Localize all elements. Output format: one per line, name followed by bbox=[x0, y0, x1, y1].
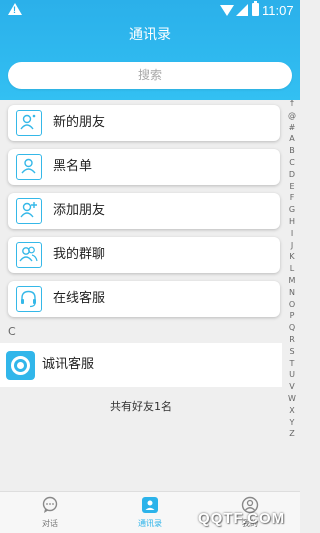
index-letter[interactable]: F bbox=[284, 192, 300, 204]
index-letter[interactable]: H bbox=[284, 216, 300, 228]
nav-tab-contacts[interactable]: 通讯录 bbox=[100, 492, 200, 533]
index-letter[interactable]: X bbox=[284, 405, 300, 417]
index-letter[interactable]: R bbox=[284, 334, 300, 346]
index-letter[interactable]: W bbox=[284, 393, 300, 405]
index-letter[interactable]: O bbox=[284, 299, 300, 311]
index-letter[interactable]: T bbox=[284, 358, 300, 370]
index-letter[interactable]: M bbox=[284, 275, 300, 287]
blacklist-icon bbox=[16, 154, 42, 180]
watermark: QQTF.COM bbox=[198, 510, 286, 527]
group-chat-icon bbox=[16, 242, 42, 268]
wifi-icon bbox=[220, 5, 234, 16]
headset-icon bbox=[16, 286, 42, 312]
nav-label: 对话 bbox=[42, 519, 58, 528]
index-letter[interactable]: I bbox=[284, 228, 300, 240]
chat-bubble-icon bbox=[41, 496, 59, 514]
status-bar: ! 11:07 bbox=[0, 0, 300, 22]
menu-label: 新的朋友 bbox=[53, 115, 106, 130]
index-letter[interactable]: L bbox=[284, 263, 300, 275]
menu-item-add-friend[interactable]: 添加朋友 bbox=[8, 193, 280, 229]
index-letter[interactable]: Z bbox=[284, 428, 300, 440]
alphabet-index-bar[interactable]: ↑ @ # A B C D E F G H I J K L M N O P Q R S T U V W X Y Z bbox=[284, 98, 300, 480]
signal-icon bbox=[236, 4, 248, 16]
index-letter[interactable]: A bbox=[284, 133, 300, 145]
index-letter[interactable]: S bbox=[284, 346, 300, 358]
index-letter[interactable]: C bbox=[284, 157, 300, 169]
menu-label: 在线客服 bbox=[53, 291, 106, 306]
menu-label: 黑名单 bbox=[53, 159, 93, 174]
contact-item[interactable]: 诚讯客服 bbox=[0, 343, 282, 387]
warning-mark: ! bbox=[13, 5, 16, 15]
index-letter[interactable]: V bbox=[284, 381, 300, 393]
index-letter[interactable]: P bbox=[284, 310, 300, 322]
new-friend-icon bbox=[16, 110, 42, 136]
index-letter[interactable]: Y bbox=[284, 417, 300, 429]
search-input[interactable]: 搜索 bbox=[8, 62, 292, 89]
section-header: C bbox=[0, 322, 282, 342]
menu-label: 我的群聊 bbox=[53, 247, 106, 262]
index-letter[interactable]: @ bbox=[284, 110, 300, 122]
index-letter[interactable]: D bbox=[284, 169, 300, 181]
index-letter[interactable]: B bbox=[284, 145, 300, 157]
camera-avatar-icon bbox=[6, 351, 35, 380]
friend-count: 共有好友1名 bbox=[110, 400, 172, 413]
nav-label: 通讯录 bbox=[138, 519, 162, 528]
index-letter[interactable]: Q bbox=[284, 322, 300, 334]
index-letter[interactable]: # bbox=[284, 122, 300, 134]
index-letter[interactable]: J bbox=[284, 240, 300, 252]
contact-name: 诚讯客服 bbox=[42, 357, 95, 372]
contacts-icon bbox=[141, 496, 159, 514]
menu-item-new-friends[interactable]: 新的朋友 bbox=[8, 105, 280, 141]
battery-icon bbox=[252, 1, 259, 16]
status-time: 11:07 bbox=[262, 3, 294, 18]
index-letter[interactable]: G bbox=[284, 204, 300, 216]
index-letter[interactable]: U bbox=[284, 369, 300, 381]
index-letter[interactable]: K bbox=[284, 251, 300, 263]
menu-item-online-service[interactable]: 在线客服 bbox=[8, 281, 280, 317]
menu-item-group-chat[interactable]: 我的群聊 bbox=[8, 237, 280, 273]
nav-tab-chats[interactable]: 对话 bbox=[0, 492, 100, 533]
index-letter[interactable]: N bbox=[284, 287, 300, 299]
header-bar: ! 11:07 通讯录 搜索 bbox=[0, 0, 300, 100]
index-letter[interactable]: E bbox=[284, 181, 300, 193]
add-friend-icon bbox=[16, 198, 42, 224]
page-title: 通讯录 bbox=[129, 27, 171, 43]
menu-label: 添加朋友 bbox=[53, 203, 106, 218]
menu-item-blacklist[interactable]: 黑名单 bbox=[8, 149, 280, 185]
index-letter[interactable]: ↑ bbox=[284, 98, 300, 110]
